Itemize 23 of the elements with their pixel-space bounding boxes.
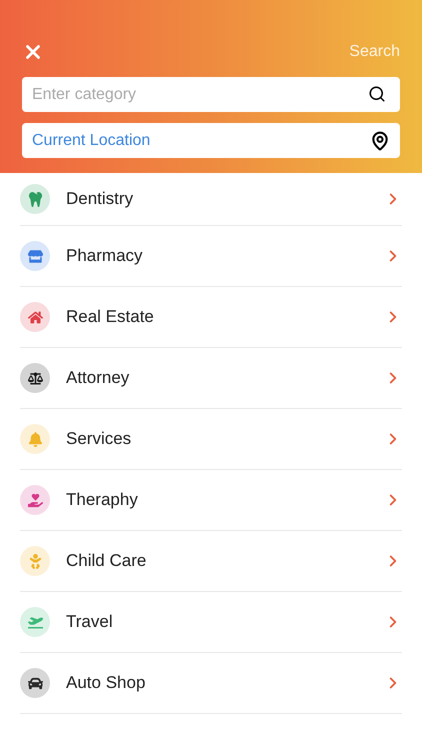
category-label: Pharmacy [66, 245, 144, 268]
category-item[interactable]: Attorney [20, 348, 402, 409]
category-label: Services [66, 428, 132, 450]
category-label: Child Care [66, 550, 148, 572]
search-icon [368, 85, 386, 103]
category-item[interactable]: Dentistry [20, 173, 402, 226]
category-label: Auto Shop [66, 672, 146, 694]
category-label: Dentistry [66, 188, 134, 210]
pin-icon [370, 130, 390, 150]
category-item[interactable]: Services [20, 409, 402, 470]
category-field[interactable]: Enter category [22, 77, 400, 112]
category-item[interactable]: Pharmacy [20, 226, 402, 287]
location-value: Current Location [32, 130, 152, 150]
category-item[interactable]: Travel [20, 592, 402, 653]
category-item[interactable]: Auto Shop [20, 653, 402, 714]
category-label: Theraphy [66, 489, 139, 512]
location-field[interactable]: Current Location [22, 123, 400, 158]
category-label: Travel [66, 611, 114, 634]
category-item[interactable]: Real Estate [20, 287, 402, 348]
category-item[interactable]: Theraphy [20, 470, 402, 531]
category-label: Real Estate [66, 306, 155, 328]
category-label: Attorney [66, 367, 130, 390]
category-item[interactable]: Child Care [20, 531, 402, 592]
